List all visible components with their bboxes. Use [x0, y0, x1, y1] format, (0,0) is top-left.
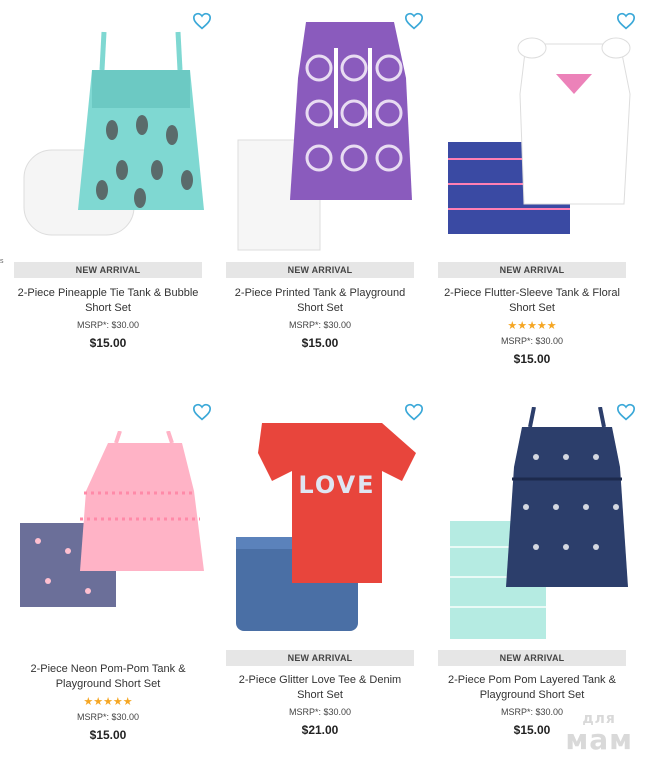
msrp-price: MSRP*: $30.00 — [76, 320, 140, 330]
star-rating: ★★★★★ — [83, 696, 133, 708]
product-title-line-1[interactable]: 2-Piece Flutter-Sleeve Tank & Floral — [438, 286, 626, 301]
flutter-sleeve-outfit-image[interactable] — [444, 34, 634, 244]
product-title-line-2[interactable]: Short Set — [226, 688, 414, 703]
product-title-line-1[interactable]: 2-Piece Printed Tank & Playground — [226, 286, 414, 301]
product-card-1[interactable]: NEW ARRIVAL 2-Piece Pineapple Tie Tank &… — [14, 0, 212, 360]
new-arrival-badge: NEW ARRIVAL — [226, 650, 414, 666]
heart-outline-icon[interactable] — [192, 12, 212, 30]
heart-outline-icon[interactable] — [192, 403, 212, 421]
product-title-line-1[interactable]: 2-Piece Glitter Love Tee & Denim — [226, 673, 414, 688]
msrp-price: MSRP*: $30.00 — [500, 336, 564, 346]
product-title-line-2[interactable]: Playground Short Set — [438, 688, 626, 703]
product-title[interactable]: 2-Piece Flutter-Sleeve Tank & Floral Sho… — [438, 286, 626, 316]
product-title-line-2[interactable]: Short Set — [438, 301, 626, 316]
product-title[interactable]: 2-Piece Pom Pom Layered Tank & Playgroun… — [438, 673, 626, 703]
product-title-line-2[interactable]: Short Set — [226, 301, 414, 316]
heart-outline-icon[interactable] — [616, 12, 636, 30]
star-rating: ★★★★★ — [507, 320, 557, 332]
sale-price: $15.00 — [89, 336, 127, 350]
product-card-3[interactable]: NEW ARRIVAL 2-Piece Flutter-Sleeve Tank … — [438, 0, 636, 370]
new-arrival-badge: NEW ARRIVAL — [438, 262, 626, 278]
msrp-price: MSRP*: $30.00 — [288, 320, 352, 330]
sale-price: $21.00 — [301, 723, 339, 737]
sale-price: $15.00 — [513, 352, 551, 366]
watermark-logo: для мам — [565, 712, 633, 754]
msrp-price: MSRP*: $30.00 — [288, 707, 352, 717]
product-title-line-2[interactable]: Short Set — [14, 301, 202, 316]
msrp-price: MSRP*: $30.00 — [76, 712, 140, 722]
pom-pom-tank-outfit-image[interactable] — [18, 431, 208, 621]
pom-pom-layered-outfit-image[interactable] — [446, 407, 632, 643]
product-title[interactable]: 2-Piece Neon Pom-Pom Tank & Playground S… — [14, 662, 202, 692]
product-card-5[interactable]: LOVE NEW ARRIVAL 2-Piece Glitter Love Te… — [226, 395, 424, 755]
watermark-line-2: мам — [565, 723, 633, 756]
love-tee-denim-outfit-image[interactable]: LOVE — [232, 413, 422, 635]
product-title[interactable]: 2-Piece Glitter Love Tee & Denim Short S… — [226, 673, 414, 703]
edge-fragment: s — [0, 258, 4, 265]
product-card-2[interactable]: NEW ARRIVAL 2-Piece Printed Tank & Playg… — [226, 0, 424, 360]
new-arrival-badge: NEW ARRIVAL — [226, 262, 414, 278]
product-title-line-2[interactable]: Playground Short Set — [14, 677, 202, 692]
product-card-6[interactable]: NEW ARRIVAL 2-Piece Pom Pom Layered Tank… — [438, 395, 636, 755]
product-title-line-1[interactable]: 2-Piece Pom Pom Layered Tank & — [438, 673, 626, 688]
pineapple-outfit-image[interactable] — [22, 30, 212, 250]
product-title-line-1[interactable]: 2-Piece Pineapple Tie Tank & Bubble — [14, 286, 202, 301]
love-graphic-text: LOVE — [298, 471, 375, 499]
new-arrival-badge: NEW ARRIVAL — [14, 262, 202, 278]
product-card-4[interactable]: 2-Piece Neon Pom-Pom Tank & Playground S… — [14, 395, 212, 755]
sale-price: $15.00 — [301, 336, 339, 350]
product-title-line-1[interactable]: 2-Piece Neon Pom-Pom Tank & — [14, 662, 202, 677]
product-title[interactable]: 2-Piece Pineapple Tie Tank & Bubble Shor… — [14, 286, 202, 316]
product-title[interactable]: 2-Piece Printed Tank & Playground Short … — [226, 286, 414, 316]
printed-tank-outfit-image[interactable] — [234, 18, 424, 258]
sale-price: $15.00 — [89, 728, 127, 742]
new-arrival-badge: NEW ARRIVAL — [438, 650, 626, 666]
